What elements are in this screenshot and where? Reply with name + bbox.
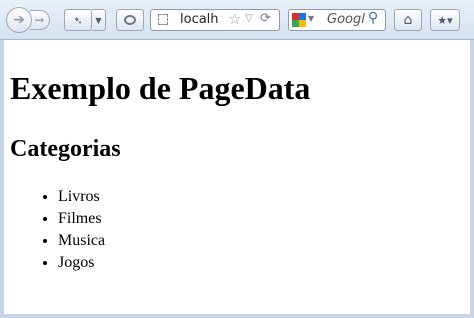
forward-arrow-icon: ➞ (34, 13, 45, 27)
star-icon[interactable]: ☆ (228, 10, 241, 28)
page-content: Exemplo de PageData Categorias Livros Fi… (4, 40, 470, 314)
home-icon: ⌂ (403, 12, 413, 28)
search-bar[interactable]: ▼ Googl ⚲ (288, 9, 386, 31)
category-list: Livros Filmes Musica Jogos (4, 186, 105, 274)
back-arrow-icon: ➔ (13, 12, 25, 28)
forward-button[interactable]: ➞ (30, 10, 50, 30)
list-item: Livros (58, 186, 105, 208)
reload-icon[interactable]: ⟳ (260, 11, 271, 26)
site-identity-icon[interactable] (158, 14, 168, 25)
history-dropdown-button[interactable]: ▼ (92, 9, 106, 31)
url-dropdown-icon[interactable]: ▽ (245, 13, 253, 24)
home-button[interactable]: ⌂ (394, 9, 422, 31)
url-text[interactable]: localh (180, 12, 226, 27)
search-icon[interactable]: ⚲ (368, 10, 378, 26)
page-title: Exemplo de PageData (10, 70, 311, 106)
search-input[interactable]: Googl (327, 12, 365, 27)
url-bar[interactable]: localh ☆ ▽ ⟳ (150, 9, 280, 31)
list-item: Musica (58, 230, 105, 252)
list-item: Filmes (58, 208, 105, 230)
history-button[interactable]: ➴ (64, 9, 92, 31)
reader-icon (124, 15, 136, 25)
engine-dropdown-icon[interactable]: ▼ (308, 14, 314, 23)
chevron-down-icon: ▼ (95, 15, 102, 25)
back-button[interactable]: ➔ (6, 7, 32, 33)
bookmarks-button[interactable]: ★▾ (430, 9, 460, 31)
history-icon: ➴ (73, 13, 83, 27)
reader-button[interactable] (116, 9, 144, 31)
google-icon[interactable] (292, 13, 306, 27)
section-title: Categorias (10, 136, 121, 162)
bookmarks-icon: ★▾ (437, 13, 453, 27)
browser-toolbar: ➞ ➔ ➴ ▼ localh ☆ ▽ ⟳ ▼ Googl ⚲ ⌂ ★▾ (0, 0, 474, 40)
list-item: Jogos (58, 252, 105, 274)
